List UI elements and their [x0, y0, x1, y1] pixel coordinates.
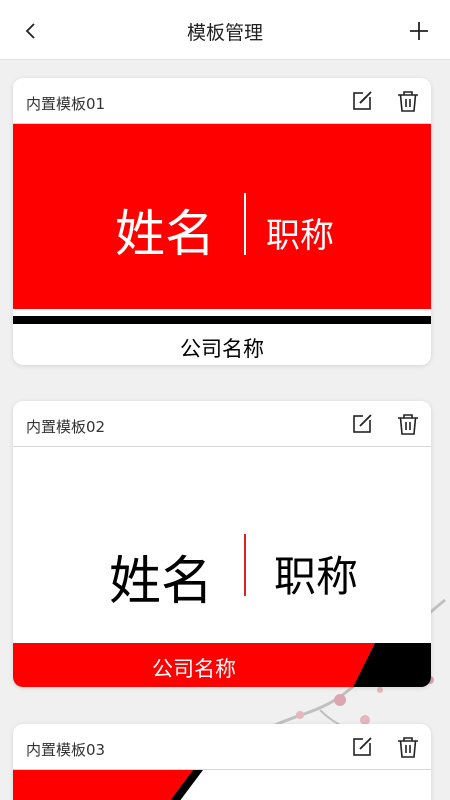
- template-name: 内置模板02: [26, 418, 106, 436]
- template-preview: 姓名 职称 公司名称: [13, 124, 431, 364]
- page-title: 模板管理: [186, 22, 263, 44]
- add-template-button[interactable]: [402, 14, 436, 48]
- preview-job-title: 职称: [274, 552, 359, 601]
- template-card-header: 内置模板03: [13, 724, 431, 770]
- preview-company-name: 公司名称: [152, 657, 236, 681]
- preview-person-name: 姓名: [109, 552, 214, 612]
- app-header: 模板管理: [0, 0, 450, 60]
- template-card-03[interactable]: 内置模板03: [13, 724, 431, 800]
- template-name: 内置模板01: [26, 95, 106, 113]
- preview-red-banner: [13, 770, 203, 800]
- template-card-header: 内置模板01: [13, 78, 431, 124]
- template-card-header: 内置模板02: [13, 401, 431, 447]
- plus-icon: [410, 22, 428, 40]
- template-preview: 姓名 职称 公司名称: [13, 447, 431, 687]
- edit-icon[interactable]: [351, 89, 375, 113]
- template-preview: [13, 770, 431, 800]
- trash-icon[interactable]: [396, 412, 420, 436]
- edit-icon[interactable]: [351, 412, 375, 436]
- preview-person-name: 姓名: [115, 205, 215, 263]
- template-name: 内置模板03: [26, 741, 106, 759]
- preview-red-banner: [13, 124, 431, 309]
- preview-divider: [244, 534, 246, 596]
- edit-icon[interactable]: [351, 735, 375, 759]
- preview-black-stripe: [13, 316, 431, 324]
- preview-divider: [244, 193, 246, 255]
- trash-icon[interactable]: [396, 735, 420, 759]
- trash-icon[interactable]: [396, 89, 420, 113]
- template-card-01[interactable]: 内置模板01 姓名 职称 公司名称: [13, 78, 431, 365]
- template-card-02[interactable]: 内置模板02 姓名 职称 公司名称: [13, 401, 431, 687]
- preview-company-name: 公司名称: [180, 337, 264, 361]
- preview-job-title: 职称: [266, 216, 334, 256]
